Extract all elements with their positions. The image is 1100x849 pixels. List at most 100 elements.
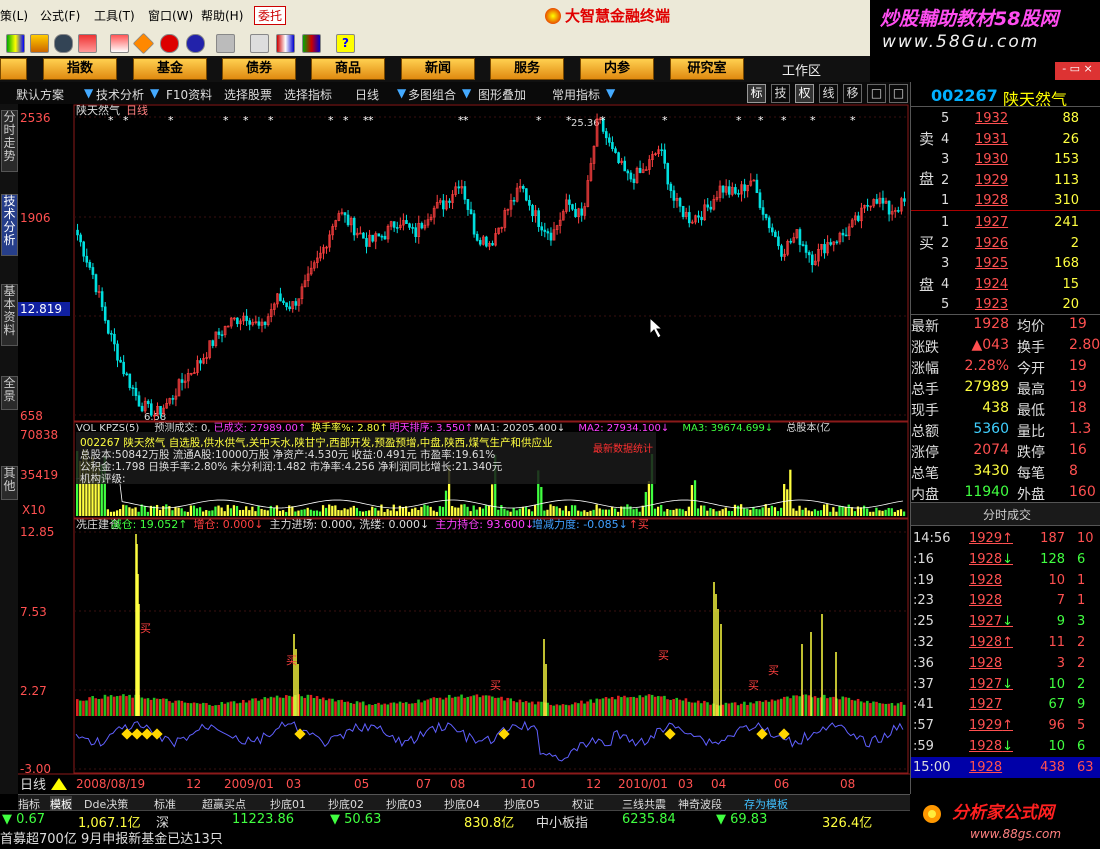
scheme-select[interactable]: 默认方案 <box>16 86 64 103</box>
blue-circle-icon[interactable] <box>186 34 205 53</box>
order-book-sell-row[interactable]: 5 1932 88 <box>911 108 1100 129</box>
chevron-down-icon[interactable]: ▼ <box>606 86 615 100</box>
order-book-buy-row[interactable]: 5 1923 20 <box>911 294 1100 315</box>
event-star-marker[interactable]: * <box>328 114 334 127</box>
buy-signal-label[interactable]: 买 <box>768 664 779 677</box>
event-star-marker[interactable]: * <box>850 114 856 127</box>
order-book-sell-row[interactable]: 4 1931 26 <box>911 129 1100 150</box>
event-star-marker[interactable]: * <box>243 114 249 127</box>
trade-row[interactable]: 14:56 1929↑ 187 10 <box>911 528 1100 549</box>
event-star-marker[interactable]: * <box>600 114 606 127</box>
news-text[interactable]: 首募超700亿 9月申报新基金已达13只 <box>0 828 223 847</box>
buy-signal-label[interactable]: 买 <box>140 622 151 635</box>
trade-row[interactable]: :57 1929↑ 96 5 <box>911 715 1100 736</box>
event-star-marker[interactable]: * <box>268 114 274 127</box>
print-icon[interactable] <box>216 34 235 53</box>
diamond-icon[interactable] <box>132 32 155 55</box>
chevron-down-icon[interactable]: ▼ <box>462 86 471 100</box>
multi-chart-button[interactable]: 多图组合 <box>408 86 456 103</box>
market-icon[interactable] <box>6 34 25 53</box>
order-book-buy-row[interactable]: 2 1926 2 <box>911 233 1100 254</box>
order-book-buy-row[interactable]: 3 1925 168 <box>911 253 1100 274</box>
buy-signal-label[interactable]: 买 <box>658 649 669 662</box>
tab-overview[interactable]: 全景 <box>1 376 18 410</box>
select-stock-button[interactable]: 选择股票 <box>224 86 272 103</box>
nav-news[interactable]: 新闻 <box>401 58 475 80</box>
trade-row[interactable]: 15:00 1928 438 63 <box>911 756 1100 778</box>
event-star-marker[interactable]: * <box>736 114 742 127</box>
common-indicators-button[interactable]: 常用指标 <box>552 86 600 103</box>
move-button[interactable]: 移 <box>843 84 862 103</box>
red-circle-icon[interactable] <box>160 34 179 53</box>
event-star-marker[interactable]: * <box>536 114 542 127</box>
chevron-down-icon[interactable]: ▼ <box>150 86 159 100</box>
sector-icon[interactable] <box>30 34 49 53</box>
nav-bond[interactable]: 债券 <box>222 58 296 80</box>
event-star-marker[interactable]: * <box>368 114 374 127</box>
menu-item-help[interactable]: 帮助(H) <box>201 7 243 24</box>
quote-icon[interactable] <box>78 34 97 53</box>
buy-signal-label[interactable]: 买 <box>748 679 759 692</box>
tab-other[interactable]: 其他 <box>1 466 18 500</box>
nav-commodity[interactable]: 商品 <box>311 58 385 80</box>
menu-item-strategy[interactable]: 策(L) <box>0 7 28 24</box>
order-book-sell-row[interactable]: 2 1929 113 <box>911 170 1100 191</box>
nav-fund[interactable]: 基金 <box>133 58 207 80</box>
bars-icon[interactable] <box>302 34 321 53</box>
binoculars-icon[interactable] <box>54 34 73 53</box>
menu-item-formula[interactable]: 公式(F) <box>40 7 80 24</box>
line-button[interactable]: 线 <box>819 84 838 103</box>
kline-chart[interactable]: 陕天然气 日线 2536 1906 12.819 658 25.36 6.58 … <box>18 104 910 794</box>
tab-fundamental[interactable]: 基本资料 <box>1 284 18 346</box>
event-star-marker[interactable]: * <box>168 114 174 127</box>
rights-button[interactable]: 权 <box>795 84 814 103</box>
trade-row[interactable]: :36 1928 3 2 <box>911 653 1100 674</box>
workarea-label[interactable]: 工作区 <box>782 60 821 79</box>
nav-index[interactable]: 指数 <box>43 58 117 80</box>
period-select[interactable]: 日线 <box>355 86 379 103</box>
event-star-marker[interactable]: * <box>108 114 114 127</box>
order-book-buy-row[interactable]: 1 1927 241 <box>911 212 1100 233</box>
tab-intraday[interactable]: 分时走势 <box>1 110 18 172</box>
period-button[interactable]: 日线 <box>20 778 46 793</box>
page-icon[interactable] <box>250 34 269 53</box>
event-star-marker[interactable]: * <box>463 114 469 127</box>
buy-signal-label[interactable]: 买 <box>286 654 297 667</box>
nav-service[interactable]: 服务 <box>490 58 564 80</box>
trades-header[interactable]: 分时成交 <box>911 502 1100 526</box>
window-controls[interactable]: - ▭ × <box>1055 62 1100 80</box>
news-ticker[interactable]: 首募超700亿 9月申报新基金已达13只 <box>0 828 910 847</box>
chevron-down-icon[interactable]: ▼ <box>397 86 406 100</box>
event-star-marker[interactable]: * <box>223 114 229 127</box>
trade-button[interactable]: 委托 <box>254 6 287 25</box>
trade-row[interactable]: :16 1928↓ 128 6 <box>911 549 1100 570</box>
nav-insider[interactable]: 内参 <box>580 58 654 80</box>
menu-item-tools[interactable]: 工具(T) <box>94 7 135 24</box>
trade-row[interactable]: :23 1928 7 1 <box>911 590 1100 611</box>
event-star-marker[interactable]: * <box>566 114 572 127</box>
mark-button[interactable]: 标 <box>747 84 766 103</box>
nav-research[interactable]: 研究室 <box>670 58 744 80</box>
trade-row[interactable]: :32 1928↑ 11 2 <box>911 632 1100 653</box>
help-pointer-icon[interactable]: ? <box>336 34 355 53</box>
event-star-marker[interactable]: * <box>343 114 349 127</box>
f10-button[interactable]: F10资料 <box>166 86 212 103</box>
select-indicator-button[interactable]: 选择指标 <box>284 86 332 103</box>
event-star-marker[interactable]: * <box>758 114 764 127</box>
order-book-sell-row[interactable]: 3 1930 153 <box>911 149 1100 170</box>
overlay-button[interactable]: 图形叠加 <box>478 86 526 103</box>
trade-row[interactable]: :59 1928↓ 10 6 <box>911 736 1100 757</box>
trade-row[interactable]: :19 1928 10 1 <box>911 570 1100 591</box>
event-star-marker[interactable]: * <box>810 114 816 127</box>
window-box-icon[interactable]: □ <box>889 84 908 103</box>
trade-row[interactable]: :25 1927↓ 9 3 <box>911 611 1100 632</box>
window-icon[interactable] <box>276 34 295 53</box>
order-book-buy-row[interactable]: 4 1924 15 <box>911 274 1100 295</box>
chevron-down-icon[interactable]: ▼ <box>84 86 93 100</box>
zoom-box-icon[interactable]: □ <box>867 84 886 103</box>
event-star-marker[interactable]: * <box>662 114 668 127</box>
order-book-sell-row[interactable]: 1 1928 310 <box>911 190 1100 211</box>
trade-row[interactable]: :41 1927 67 9 <box>911 694 1100 715</box>
chart-up-icon[interactable] <box>110 34 129 53</box>
tech-button[interactable]: 技 <box>771 84 790 103</box>
